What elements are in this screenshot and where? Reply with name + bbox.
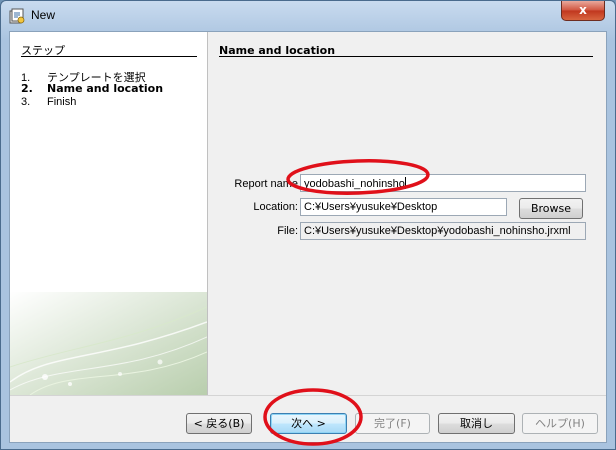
- content-panel: Name and location Report name yodobashi_…: [208, 32, 606, 395]
- footer-divider: [10, 395, 606, 396]
- location-label: Location:: [253, 201, 298, 213]
- text-caret: [404, 177, 406, 189]
- file-path-field: C:¥Users¥yusuke¥Desktop¥yodobashi_nohins…: [300, 222, 586, 240]
- app-icon: [9, 8, 25, 24]
- title-bar[interactable]: New x: [1, 1, 615, 31]
- next-button[interactable]: 次へ >: [270, 413, 347, 434]
- back-button[interactable]: < 戻る(B): [186, 413, 252, 434]
- report-name-input[interactable]: yodobashi_nohinsho: [300, 174, 586, 192]
- finish-button[interactable]: 完了(F): [355, 413, 430, 434]
- wizard-client-area: ステップ 1. テンプレートを選択 2. Name and location 3. F…: [9, 31, 607, 443]
- cancel-button[interactable]: 取消し: [438, 413, 515, 434]
- file-label: File:: [277, 225, 298, 237]
- location-value: C:¥Users¥yusuke¥Desktop: [304, 201, 438, 213]
- window-title: New: [31, 8, 56, 22]
- step-label: Finish: [47, 96, 77, 108]
- report-name-label: Report name: [234, 178, 298, 190]
- wizard-window: New x ステップ 1. テンプレートを選択 2. Name and locati…: [0, 0, 616, 450]
- step-number: 3.: [21, 96, 31, 108]
- browse-button[interactable]: Browse: [519, 198, 583, 219]
- report-name-value: yodobashi_nohinsho: [304, 178, 405, 190]
- step-number: 2.: [21, 82, 33, 95]
- location-input[interactable]: C:¥Users¥yusuke¥Desktop: [300, 198, 507, 216]
- section-title-rule: [219, 56, 593, 57]
- help-button[interactable]: ヘルプ(H): [522, 413, 598, 434]
- steps-heading-rule: [21, 56, 197, 57]
- step-item: 3. Finish: [21, 96, 76, 108]
- step-label: Name and location: [47, 82, 164, 95]
- close-icon: x: [579, 3, 587, 17]
- decorative-swirl-graphic: [10, 292, 207, 395]
- steps-panel: ステップ 1. テンプレートを選択 2. Name and location 3. F…: [10, 32, 207, 395]
- step-item-current: 2. Name and location: [21, 82, 163, 95]
- close-button[interactable]: x: [561, 1, 605, 21]
- file-path-value: C:¥Users¥yusuke¥Desktop¥yodobashi_nohins…: [304, 225, 571, 237]
